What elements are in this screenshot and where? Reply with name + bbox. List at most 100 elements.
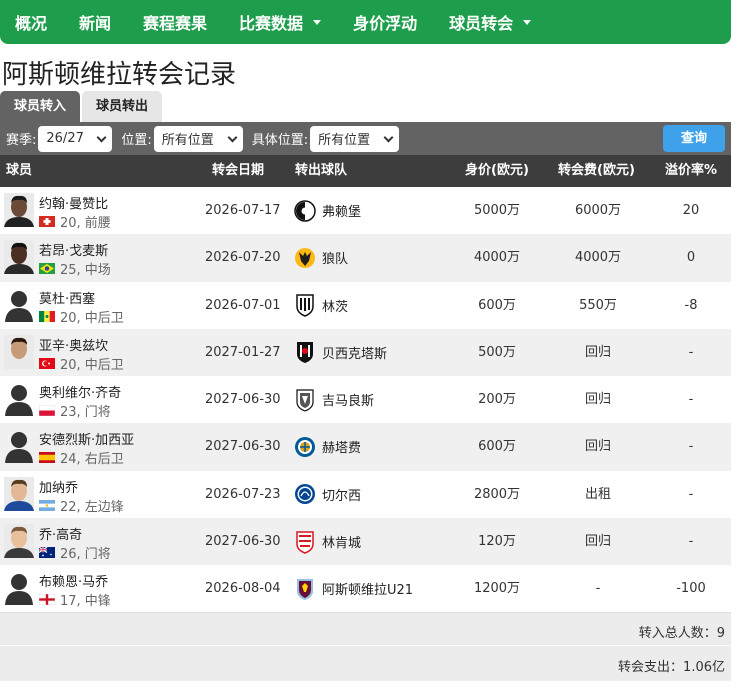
transfer-date: 2027-06-30 [205, 534, 281, 550]
player-meta: 20, 前腰 [39, 212, 111, 231]
player-meta: 17, 中锋 [39, 590, 111, 609]
avatar[interactable] [4, 288, 34, 322]
player-name[interactable]: 乔·高奇 [39, 524, 82, 543]
premium-rate: - [688, 534, 694, 550]
from-club-name: 林肯城 [322, 536, 362, 552]
nav-fixtures[interactable]: 赛程赛果 [143, 10, 207, 34]
lask-badge-icon [294, 293, 316, 317]
position-select[interactable]: 所有位置 [153, 125, 243, 152]
transfer-date: 2027-06-30 [205, 392, 281, 408]
transfer-fee: 回归 [584, 534, 611, 550]
from-club[interactable]: 吉马良斯 [294, 376, 374, 423]
besiktas-badge-icon [294, 340, 316, 364]
table-row: 奥利维尔·齐奇 23, 门将 2027-06-30 吉马良斯 200万 回归 - [0, 376, 731, 424]
nav-news-label: 新闻 [79, 14, 112, 33]
from-club[interactable]: 切尔西 [294, 471, 361, 518]
position-label: 位置: [121, 133, 152, 148]
premium-rate: -8 [684, 297, 698, 313]
market-value: 500万 [478, 344, 516, 360]
from-club[interactable]: 林茨 [294, 282, 348, 329]
top-nav: 概况 新闻 赛程赛果 比赛数据 身价浮动 球员转会 [0, 0, 731, 44]
player-age-position: 22, 左边锋 [60, 499, 124, 515]
transfer-fee: 4000万 [574, 250, 622, 266]
player-name[interactable]: 加纳乔 [39, 477, 78, 496]
detail-position-label: 具体位置: [251, 133, 309, 148]
switzerland-flag-icon [39, 216, 55, 227]
premium-rate: -100 [676, 581, 706, 597]
from-club-name: 切尔西 [322, 488, 362, 504]
nav-match-stats[interactable]: 比赛数据 [239, 10, 322, 34]
season-select-value: 26/27 [46, 131, 84, 146]
nav-fixtures-label: 赛程赛果 [143, 14, 208, 33]
nav-match-stats-label: 比赛数据 [239, 14, 304, 33]
nav-news[interactable]: 新闻 [79, 10, 111, 34]
from-club[interactable]: 赫塔费 [294, 423, 361, 470]
avatar[interactable] [4, 240, 34, 275]
wolves-badge-icon [294, 246, 316, 270]
transfer-fee: - [595, 581, 601, 597]
australia-flag-icon [39, 547, 55, 559]
avatar[interactable] [4, 334, 34, 369]
player-age-position: 20, 中后卫 [60, 310, 124, 326]
market-value: 600万 [478, 297, 516, 313]
header-from-club: 转出球队 [295, 163, 348, 178]
player-name[interactable]: 亚辛·奥兹坎 [39, 335, 108, 354]
market-value: 5000万 [473, 203, 521, 218]
season-select[interactable]: 26/27 [38, 125, 113, 152]
query-button[interactable]: 查询 [663, 125, 725, 152]
transfer-fee: 550万 [579, 297, 617, 313]
nav-transfers[interactable]: 球员转会 [449, 10, 532, 34]
market-value: 1200万 [473, 581, 521, 597]
from-club-name: 林茨 [322, 299, 349, 315]
freiburg-badge-icon [294, 199, 316, 223]
table-row: 乔·高奇 26, 门将 2027-06-30 林肯城 120万 回归 - [0, 518, 731, 566]
table-row: 亚辛·奥兹坎 20, 中后卫 2027-01-27 贝西克塔斯 500万 回归 - [0, 328, 731, 377]
position-select-value: 所有位置 [161, 133, 214, 148]
tab-transfers-out[interactable]: 球员转出 [82, 91, 163, 122]
avatar[interactable] [4, 524, 34, 559]
getafe-badge-icon [294, 435, 316, 459]
from-club[interactable]: 贝西克塔斯 [294, 329, 387, 376]
player-name[interactable]: 布赖恩·马乔 [39, 571, 108, 590]
transfer-fee: 回归 [584, 439, 611, 455]
avatar[interactable] [4, 571, 34, 606]
player-age-position: 26, 门将 [60, 547, 111, 563]
avatar[interactable] [4, 476, 34, 511]
from-club[interactable]: 林肯城 [294, 518, 361, 565]
player-name[interactable]: 莫杜·西塞 [39, 288, 95, 307]
transfer-fee: 回归 [584, 392, 611, 408]
avatar[interactable] [4, 193, 34, 227]
player-name[interactable]: 奥利维尔·齐奇 [39, 382, 121, 401]
premium-rate: - [688, 486, 694, 502]
player-name[interactable]: 若昂·戈麦斯 [39, 240, 108, 259]
player-age-position: 25, 中场 [60, 263, 111, 279]
nav-market-value[interactable]: 身价浮动 [353, 10, 417, 34]
brazil-flag-icon [39, 263, 55, 275]
from-club[interactable]: 阿斯顿维拉U21 [294, 565, 413, 612]
transfer-fee: 回归 [584, 344, 611, 360]
header-player: 球员 [6, 163, 33, 178]
from-club-name: 吉马良斯 [322, 394, 375, 410]
nav-transfers-label: 球员转会 [449, 14, 514, 33]
table-row: 布赖恩·马乔 17, 中锋 2026-08-04 阿斯顿维拉U21 1200万 - -100 [0, 565, 731, 613]
premium-rate: 0 [686, 250, 696, 266]
header-fee: 转会费(欧元) [558, 163, 635, 178]
nav-overview-label: 概况 [15, 14, 48, 33]
from-club-name: 狼队 [322, 252, 349, 268]
avatar[interactable] [4, 429, 34, 464]
player-meta: 26, 门将 [39, 543, 111, 562]
player-name[interactable]: 约翰·曼赞比 [39, 193, 108, 212]
nav-overview[interactable]: 概况 [15, 10, 47, 34]
player-name[interactable]: 安德烈斯·加西亚 [39, 429, 134, 448]
premium-rate: - [688, 439, 694, 455]
avatar[interactable] [4, 382, 34, 417]
from-club[interactable]: 弗赖堡 [294, 187, 361, 234]
from-club[interactable]: 狼队 [294, 234, 348, 281]
detail-position-select[interactable]: 所有位置 [310, 125, 400, 152]
tab-transfers-in[interactable]: 球员转入 [0, 91, 81, 122]
table-row: 若昂·戈麦斯 25, 中场 2026-07-20 狼队 4000万 4000万 0 [0, 234, 731, 282]
player-age-position: 23, 门将 [60, 405, 111, 421]
transfer-date: 2027-06-30 [205, 439, 281, 455]
transfer-fee: 出租 [584, 486, 611, 502]
player-meta: 22, 左边锋 [39, 496, 124, 515]
